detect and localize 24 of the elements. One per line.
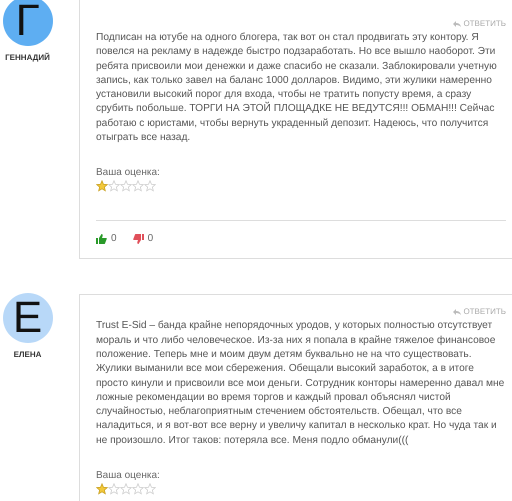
- star-icon[interactable]: [108, 180, 120, 192]
- star-icon[interactable]: [132, 483, 144, 496]
- thumbs-down-icon: [132, 234, 144, 244]
- avatar: Е: [2, 293, 52, 344]
- dislike-button[interactable]: 0: [132, 233, 154, 244]
- star-icon[interactable]: [144, 483, 156, 496]
- reply-icon: [453, 308, 462, 315]
- like-button[interactable]: 0: [96, 233, 117, 244]
- star-icon[interactable]: [96, 483, 108, 496]
- star-icon[interactable]: [144, 180, 156, 192]
- star-icon[interactable]: [96, 180, 108, 192]
- author-name: ЕЛЕНА: [14, 350, 42, 360]
- star-icon[interactable]: [132, 180, 144, 192]
- star-icon[interactable]: [120, 180, 132, 192]
- comment-text: Подписан на ютубе на одного блогера, так вот он стал продвигать эту контору. Я повелся на рекламу в надежде быстро подзаработать. Но все вышло наоборот. Эти ребята присвоили мои денежки и даже спасибо не сказали. Заблокировали учетную запись, как только завел на баланс 1000 долларов. Видимо, эти жулики намеренно установили высокий порог для входа, чтобы не тратить попусту время, а сразу срубить побольше. ТОРГИ НА ЭТОЙ ПЛОЩАДКЕ НЕ ВЕДУТСЯ!!! ОБМАН!!! Сейчас работаю с юристами, чтобы вернуть украденный депозит. Надеюсь, что получится отыграть все назад.: [96, 31, 498, 146]
- star-icon[interactable]: [120, 483, 132, 496]
- author-name: ГЕННАДИЙ: [5, 53, 50, 62]
- comment-text: Trust E-Sid – банда крайне непорядочных уродов, у которых полностью отсутствует мораль и что либо человеческое. Из-за них я попала в крайне тяжелое финансовое положение. Теперь мне и моим двум детям буквально не на что существовать. Жулики выманили все мои сбережения. Обещали высокий заработок, а в итоге просто кинули и присвоили все мои деньги. Сотрудник конторы намеренно давал мне ложные рекомендации во время торгов и каждый провал объяснял чистой случайностью, неблагоприятным стечением обстоятельств. Обещал, что все наладиться, и я вот-вот все верну и увеличу капитал в несколько крат. Но чуда так и не произошло. Итог таков: потеряла все. Меня подло обманули(((: [96, 319, 506, 448]
- star-icon[interactable]: [108, 483, 120, 496]
- thumbs-up-icon: [96, 234, 107, 244]
- avatar: Г: [2, 0, 52, 46]
- reply-icon: [453, 20, 462, 26]
- rating-label: Ваша оценка:: [96, 470, 161, 482]
- rating-label: Ваша оценка:: [96, 167, 161, 178]
